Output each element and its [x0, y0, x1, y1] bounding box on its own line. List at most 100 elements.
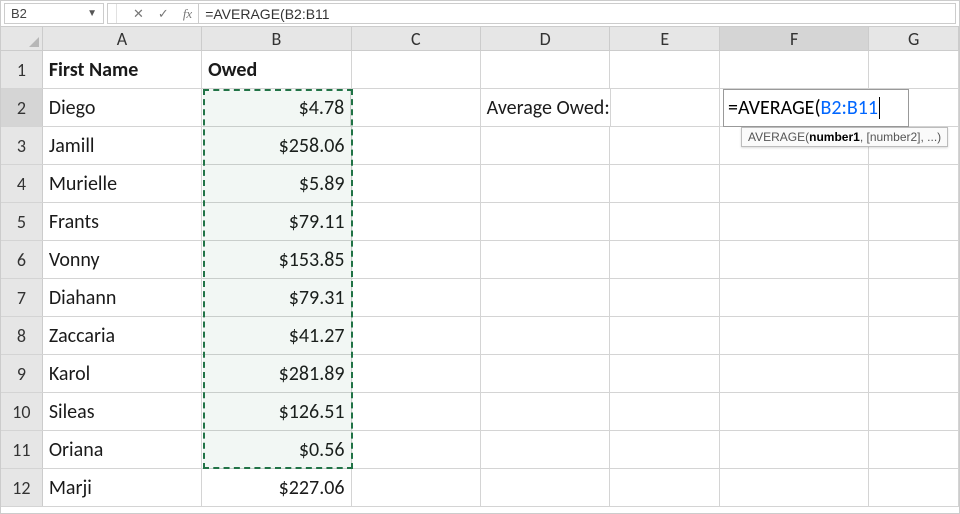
cell-B12[interactable]: $227.06 — [202, 469, 351, 506]
cell-B2[interactable]: $4.78 — [202, 89, 351, 126]
cell-A10[interactable]: Sileas — [43, 393, 202, 430]
row-header-9[interactable]: 9 — [1, 355, 43, 392]
cell-B1[interactable]: Owed — [202, 51, 351, 88]
cell-F4[interactable] — [720, 165, 869, 202]
cell-C3[interactable] — [352, 127, 481, 164]
cell-C4[interactable] — [352, 165, 481, 202]
cell-C11[interactable] — [352, 431, 481, 468]
cell-G1[interactable] — [869, 51, 959, 88]
cell-G10[interactable] — [869, 393, 959, 430]
function-tooltip[interactable]: AVERAGE(number1, [number2], ...) — [741, 127, 948, 147]
cell-E6[interactable] — [610, 241, 720, 278]
cell-C6[interactable] — [352, 241, 481, 278]
cell-G12[interactable] — [869, 469, 959, 506]
cell-F7[interactable] — [720, 279, 869, 316]
row-header-7[interactable]: 7 — [1, 279, 43, 316]
cell-D4[interactable] — [481, 165, 610, 202]
row-header-10[interactable]: 10 — [1, 393, 43, 430]
cell-C9[interactable] — [352, 355, 481, 392]
cell-F6[interactable] — [720, 241, 869, 278]
cell-C10[interactable] — [352, 393, 481, 430]
cell-D8[interactable] — [481, 317, 610, 354]
cell-D5[interactable] — [481, 203, 610, 240]
row-header-4[interactable]: 4 — [1, 165, 43, 202]
column-header-D[interactable]: D — [481, 27, 610, 50]
cell-C1[interactable] — [352, 51, 481, 88]
cell-edit-overlay-F2[interactable]: =AVERAGE(B2:B11 — [723, 89, 909, 127]
cell-A7[interactable]: Diahann — [43, 279, 202, 316]
cell-B3[interactable]: $258.06 — [202, 127, 351, 164]
column-header-G[interactable]: G — [869, 27, 959, 50]
cell-G7[interactable] — [869, 279, 959, 316]
name-box-dropdown-icon[interactable]: ▼ — [87, 8, 97, 19]
cell-E7[interactable] — [610, 279, 720, 316]
formula-bar-input[interactable]: =AVERAGE(B2:B11 — [199, 3, 956, 24]
cell-B6[interactable]: $153.85 — [202, 241, 351, 278]
row-header-11[interactable]: 11 — [1, 431, 43, 468]
cell-F10[interactable] — [720, 393, 869, 430]
cell-G8[interactable] — [869, 317, 959, 354]
row-header-1[interactable]: 1 — [1, 51, 43, 88]
cell-F8[interactable] — [720, 317, 869, 354]
cell-D2[interactable]: Average Owed: — [481, 89, 611, 126]
row-header-3[interactable]: 3 — [1, 127, 43, 164]
cell-E5[interactable] — [610, 203, 720, 240]
cell-G6[interactable] — [869, 241, 959, 278]
cell-E12[interactable] — [610, 469, 720, 506]
column-header-A[interactable]: A — [43, 27, 202, 50]
cell-A5[interactable]: Frants — [43, 203, 202, 240]
cell-A11[interactable]: Oriana — [43, 431, 202, 468]
cell-C5[interactable] — [352, 203, 481, 240]
name-box[interactable]: B2 ▼ — [4, 3, 104, 24]
cell-E9[interactable] — [610, 355, 720, 392]
cell-A12[interactable]: Marji — [43, 469, 202, 506]
row-header-2[interactable]: 2 — [1, 89, 43, 126]
column-header-C[interactable]: C — [352, 27, 481, 50]
cell-D7[interactable] — [481, 279, 610, 316]
cell-D9[interactable] — [481, 355, 610, 392]
row-header-5[interactable]: 5 — [1, 203, 43, 240]
cell-B11[interactable]: $0.56 — [202, 431, 351, 468]
fx-icon[interactable]: fx — [183, 6, 192, 22]
cell-B5[interactable]: $79.11 — [202, 203, 351, 240]
cell-F1[interactable] — [720, 51, 869, 88]
cell-A3[interactable]: Jamill — [43, 127, 202, 164]
cell-D10[interactable] — [481, 393, 610, 430]
cell-D12[interactable] — [481, 469, 610, 506]
cell-E2[interactable] — [611, 89, 720, 126]
row-header-6[interactable]: 6 — [1, 241, 43, 278]
cell-E10[interactable] — [610, 393, 720, 430]
cell-E4[interactable] — [610, 165, 720, 202]
cell-B9[interactable]: $281.89 — [202, 355, 351, 392]
cell-C7[interactable] — [352, 279, 481, 316]
cell-B4[interactable]: $5.89 — [202, 165, 351, 202]
row-header-8[interactable]: 8 — [1, 317, 43, 354]
column-header-B[interactable]: B — [202, 27, 351, 50]
cell-F11[interactable] — [720, 431, 869, 468]
spreadsheet-grid[interactable]: A B C D E F G 1 First Name Owed 2 Diego … — [1, 27, 959, 507]
cell-E3[interactable] — [610, 127, 720, 164]
cell-C8[interactable] — [352, 317, 481, 354]
cell-G4[interactable] — [869, 165, 959, 202]
cell-D1[interactable] — [481, 51, 610, 88]
cell-A2[interactable]: Diego — [43, 89, 202, 126]
cell-F9[interactable] — [720, 355, 869, 392]
column-header-E[interactable]: E — [610, 27, 720, 50]
cell-F12[interactable] — [720, 469, 869, 506]
cell-G9[interactable] — [869, 355, 959, 392]
cell-A6[interactable]: Vonny — [43, 241, 202, 278]
cell-A9[interactable]: Karol — [43, 355, 202, 392]
cell-G5[interactable] — [869, 203, 959, 240]
cell-A4[interactable]: Murielle — [43, 165, 202, 202]
column-header-F[interactable]: F — [720, 27, 869, 50]
cancel-icon[interactable]: ✕ — [133, 6, 144, 22]
cell-G11[interactable] — [869, 431, 959, 468]
cell-F5[interactable] — [720, 203, 869, 240]
cell-B7[interactable]: $79.31 — [202, 279, 351, 316]
cell-E11[interactable] — [610, 431, 720, 468]
cell-B10[interactable]: $126.51 — [202, 393, 351, 430]
cell-C2[interactable] — [351, 89, 480, 126]
cell-E8[interactable] — [610, 317, 720, 354]
cell-D3[interactable] — [481, 127, 610, 164]
cell-D6[interactable] — [481, 241, 610, 278]
